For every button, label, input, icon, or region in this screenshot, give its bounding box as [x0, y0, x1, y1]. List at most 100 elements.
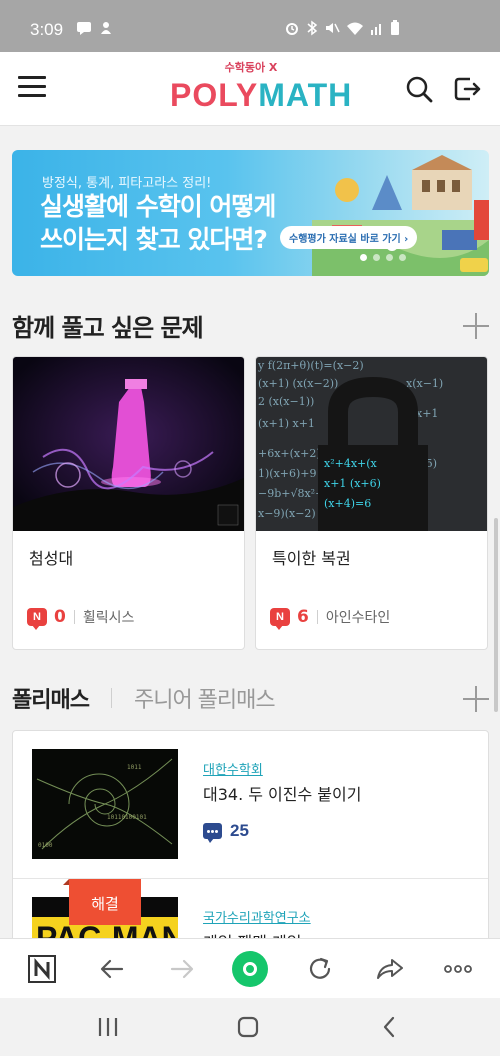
nav-back-icon[interactable] — [378, 1015, 402, 1039]
forward-arrow-icon — [170, 959, 194, 979]
divider — [316, 610, 318, 624]
problem-card[interactable]: 첨성대 N 0 휠릭시스 — [12, 356, 245, 650]
battery-icon — [391, 20, 399, 35]
search-icon — [406, 76, 433, 103]
svg-text:x+1 (x+6): x+1 (x+6) — [324, 477, 381, 490]
android-navigation-bar — [0, 998, 500, 1056]
refresh-button[interactable] — [304, 953, 336, 985]
signal-icon — [371, 24, 381, 35]
problem-card[interactable]: y f(2π+θ)(t)=(x−2) (x+1) (x(x−2)) 2 (x(x… — [255, 356, 488, 650]
svg-text:(x+4)=6: (x+4)=6 — [324, 497, 371, 510]
logout-icon — [454, 77, 481, 101]
list-comments: 25 — [203, 821, 249, 843]
n-badge-icon: N — [270, 608, 290, 630]
card-author: 아인수타인 — [325, 610, 391, 626]
tab-junior-polymath[interactable]: 주니어 폴리매스 — [134, 682, 276, 714]
more-button[interactable] — [442, 953, 474, 985]
card-comment-count: 0 — [54, 607, 66, 627]
svg-text:+6x+(x+2): +6x+(x+2) — [258, 447, 321, 460]
list-publisher-link[interactable]: 국가수리과학연구소 — [203, 907, 311, 926]
svg-text:(x+1) (x(x−2)): (x+1) (x(x−2)) — [258, 377, 338, 390]
problems-section-title: 함께 풀고 싶은 문제 — [12, 314, 204, 342]
logo-math: MATH — [258, 77, 353, 113]
banner-dot[interactable] — [399, 254, 406, 261]
logo-wordmark: POLYMATH — [170, 76, 351, 114]
svg-text:(x+1) x+1: (x+1) x+1 — [258, 417, 315, 430]
logo-subtitle: 수학동아 X — [224, 61, 278, 74]
forward-button[interactable] — [166, 953, 198, 985]
share-icon — [377, 959, 403, 979]
logo-poly: POLY — [170, 77, 259, 113]
svg-text:0100: 0100 — [38, 842, 53, 849]
svg-text:x²+4x+(x: x²+4x+(x — [324, 457, 378, 470]
wifi-icon — [347, 22, 363, 35]
banner-kicker: 방정식, 통계, 피타고라스 정리! — [42, 176, 212, 191]
search-button[interactable] — [404, 74, 434, 104]
back-button[interactable] — [96, 953, 128, 985]
banner-cta-button[interactable]: 수행평가 자료실 바로 가기 › — [280, 226, 418, 249]
app-header: 수학동아 X POLYMATH — [0, 52, 500, 126]
banner-dot[interactable] — [373, 254, 380, 261]
binary-spiral-image: 10110100101 0100 1011 — [32, 749, 178, 859]
status-bar: 3:09 — [0, 0, 500, 52]
app-notification-icon — [101, 22, 111, 34]
refresh-icon — [309, 957, 331, 979]
polymath-logo[interactable]: 수학동아 X POLYMATH — [170, 60, 351, 120]
home-icon[interactable] — [232, 951, 268, 987]
card-comment-count: 6 — [297, 607, 309, 627]
svg-text:1011: 1011 — [127, 764, 142, 771]
svg-text:1)(x+6)+9: 1)(x+6)+9 — [258, 467, 317, 480]
svg-text:y f(2π+θ)(t)=(x−2): y f(2π+θ)(t)=(x−2) — [257, 359, 364, 372]
banner-title-line1: 실생활에 수학이 어떻게 — [40, 192, 276, 221]
menu-button[interactable] — [18, 76, 46, 100]
banner-dot[interactable] — [386, 254, 393, 261]
alarm-icon — [286, 23, 298, 35]
card-author: 휠릭시스 — [82, 610, 135, 626]
svg-text:x+1: x+1 — [416, 407, 438, 420]
menu-icon — [18, 76, 46, 97]
naver-n-icon — [28, 955, 56, 983]
card-title: 첨성대 — [29, 549, 74, 568]
scrollbar[interactable] — [494, 518, 498, 712]
status-time: 3:09 — [30, 20, 64, 39]
tab-polymath[interactable]: 폴리매스 — [12, 682, 90, 714]
card-meta: N 0 휠릭시스 — [27, 607, 135, 630]
banner-pagination — [360, 254, 406, 261]
math-lock-image: y f(2π+θ)(t)=(x−2) (x+1) (x(x−2)) 2 (x(x… — [256, 357, 487, 531]
tab-divider — [110, 688, 112, 708]
home-square-icon[interactable] — [236, 1015, 260, 1039]
share-button[interactable] — [374, 953, 406, 985]
status-notification-icons — [76, 20, 114, 36]
list-title: 대34. 두 이진수 붙이기 — [203, 785, 362, 804]
back-arrow-icon — [100, 959, 124, 979]
recent-apps-icon[interactable] — [96, 1016, 120, 1038]
svg-text:x(x−1): x(x−1) — [406, 377, 443, 390]
mute-icon — [326, 23, 340, 33]
plus-icon[interactable] — [463, 686, 489, 712]
list-item[interactable]: 10110100101 0100 1011 대한수학회 대34. 두 이진수 붙… — [13, 731, 488, 879]
card-image-cheomseongdae — [13, 357, 244, 531]
bluetooth-icon — [307, 20, 318, 36]
plus-icon[interactable] — [463, 313, 489, 339]
banner-dot[interactable] — [360, 254, 367, 261]
section-tabs: 폴리매스 주니어 폴리매스 — [12, 682, 276, 714]
problem-list: 10110100101 0100 1011 대한수학회 대34. 두 이진수 붙… — [12, 730, 489, 960]
card-title: 특이한 복권 — [272, 549, 351, 568]
promo-banner[interactable]: 방정식, 통계, 피타고라스 정리! 실생활에 수학이 어떻게 쓰이는지 찾고 … — [12, 150, 489, 276]
cheomseongdae-image — [13, 357, 244, 531]
list-publisher-link[interactable]: 대한수학회 — [203, 759, 263, 778]
card-meta: N 6 아인수타인 — [270, 607, 391, 630]
card-image-lottery: y f(2π+θ)(t)=(x−2) (x+1) (x(x−2)) 2 (x(x… — [256, 357, 487, 531]
n-badge-icon: N — [27, 608, 47, 630]
naver-button[interactable] — [26, 953, 58, 985]
svg-text:2 (x(x−1)): 2 (x(x−1)) — [258, 395, 314, 408]
svg-text:10110100101: 10110100101 — [107, 814, 147, 821]
divider — [73, 610, 75, 624]
solved-ribbon: 해결 — [63, 879, 141, 925]
comment-icon — [203, 823, 222, 843]
list-thumbnail: 10110100101 0100 1011 — [32, 749, 178, 859]
message-icon — [77, 22, 91, 35]
status-system-icons — [284, 20, 400, 36]
more-icon — [444, 965, 472, 973]
logout-button[interactable] — [452, 74, 482, 104]
